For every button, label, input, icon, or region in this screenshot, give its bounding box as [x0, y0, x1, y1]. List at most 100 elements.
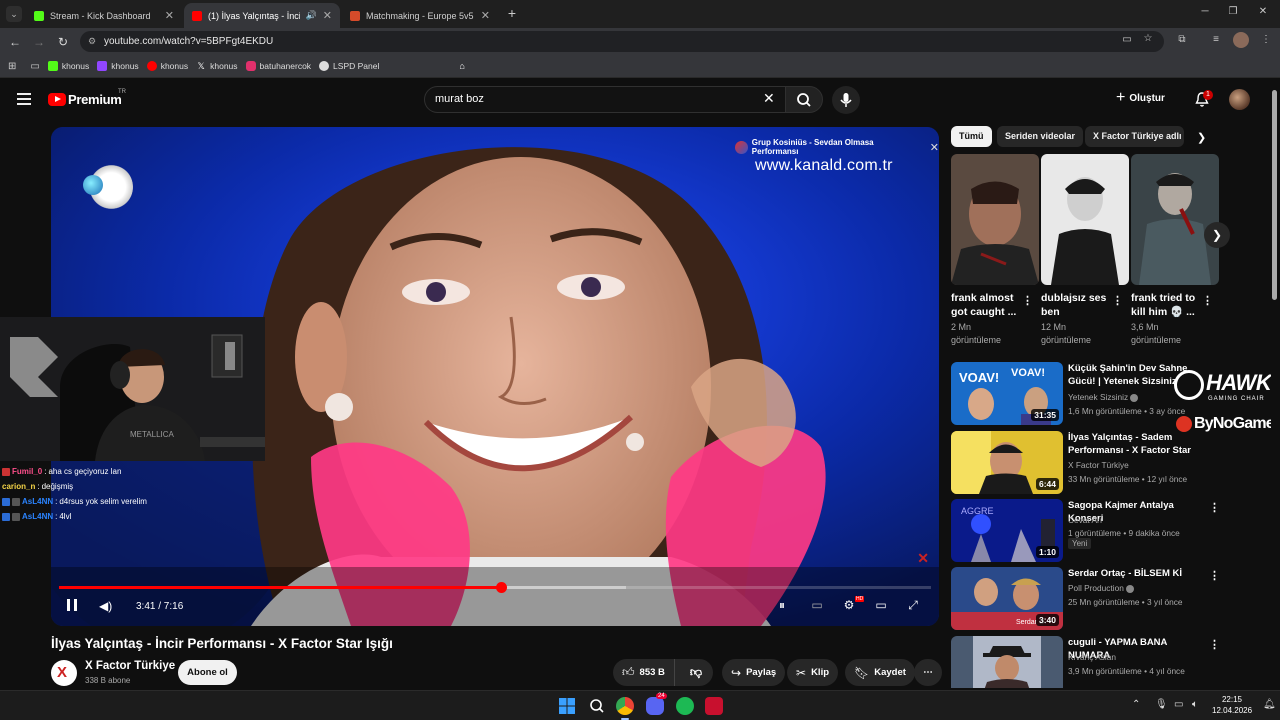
system-clock[interactable]: 22:15 12.04.2026 [1212, 694, 1252, 716]
clip-button[interactable]: ✂ Klip [787, 659, 839, 686]
search-icon[interactable] [588, 697, 606, 715]
close-tab-icon[interactable]: ✕ [165, 9, 174, 22]
bookmark-x[interactable]: 𝕏khonus [196, 61, 237, 71]
chip-channel[interactable]: X Factor Türkiye adlı [1085, 126, 1184, 147]
browser-tab-matchmaking[interactable]: Matchmaking - Europe 5v5 Qu ✕ [342, 3, 498, 28]
close-tab-icon[interactable]: ✕ [323, 9, 332, 22]
clear-search-icon[interactable]: ✕ [763, 90, 775, 107]
restore-icon[interactable]: ❐ [1226, 6, 1240, 17]
spotify-icon[interactable] [676, 697, 694, 715]
fullscreen-icon[interactable]: ⤢ [905, 597, 921, 613]
channel-avatar[interactable] [51, 660, 77, 686]
now-playing-overlay[interactable]: Grup Kosiniüs - Sevdan Olmasa Performans… [735, 138, 939, 156]
save-button[interactable]: 🔖︎ Kaydet [845, 659, 915, 686]
voice-search-button[interactable] [832, 86, 860, 114]
recommended-video[interactable]: AGGRE 1:10 Sagopa Kajmer Antalya Konseri… [951, 499, 1220, 563]
pause-icon[interactable] [67, 599, 77, 611]
chip-all[interactable]: Tümü [951, 126, 992, 147]
like-button[interactable]: 👍︎ 853 B [613, 659, 675, 686]
share-button[interactable]: ↪ Paylaş [722, 659, 786, 686]
autoplay-toggle-icon[interactable]: ⏸ [774, 597, 790, 613]
forward-icon[interactable]: → [31, 34, 47, 50]
bookmark-youtube[interactable]: khonus [146, 61, 188, 71]
youtube-logo-icon[interactable] [48, 93, 66, 106]
chat-badge-icon [2, 467, 10, 476]
game-app-icon[interactable] [705, 697, 723, 715]
browser-toolbar: ← → ↻ ⚙ youtube.com/watch?v=5BPFgt4EKDU … [0, 28, 1280, 55]
channel-name[interactable]: X Factor Türkiye [85, 660, 175, 672]
notifications-icon[interactable]: 🔔︎ [1263, 699, 1276, 710]
windows-start-icon[interactable] [558, 697, 576, 715]
discord-icon[interactable] [646, 697, 664, 715]
site-info-icon[interactable]: ⚙ [88, 31, 96, 52]
theater-mode-icon[interactable]: ▭ [873, 597, 889, 613]
kick-icon [47, 61, 58, 71]
more-options-icon[interactable]: ⋮ [1209, 638, 1219, 651]
menu-icon[interactable] [17, 93, 31, 105]
more-options-icon[interactable]: ⋮ [1022, 294, 1033, 307]
search-button[interactable] [785, 86, 823, 113]
more-options-icon[interactable]: ⋮ [1209, 569, 1220, 582]
speaker-icon[interactable]: 🔈︎ [1192, 699, 1198, 710]
microphone-icon[interactable]: 🎙︎ [1155, 699, 1168, 710]
capcut-icon[interactable]: ⌂ [459, 61, 464, 71]
account-avatar[interactable] [1229, 89, 1250, 110]
short-card[interactable]: frank almost got caught ... 2 Mn görüntül… [951, 154, 1039, 347]
chip-series[interactable]: Seriden videolar [997, 126, 1084, 147]
bookmark-kick[interactable]: khonus [47, 61, 89, 71]
more-options-icon[interactable]: ⋮ [1202, 294, 1213, 307]
chevron-right-icon[interactable]: ❯ [1197, 131, 1206, 144]
scrollbar-thumb[interactable] [1272, 90, 1277, 300]
back-icon[interactable]: ← [7, 34, 23, 50]
webcam-feed: METALLICA [0, 317, 265, 461]
browser-profile-avatar[interactable] [1233, 32, 1249, 48]
recommended-video[interactable]: cuguli - YAPMA BANA NUMARA Kıvanç Aslan … [951, 636, 1219, 688]
create-button[interactable]: + Oluştur [1116, 90, 1165, 106]
progress-bar[interactable] [59, 582, 931, 593]
folder-icon[interactable]: ▭ [30, 61, 39, 72]
media-controls-icon[interactable]: ≡ [1209, 34, 1223, 45]
more-actions-button[interactable]: ⋯ [914, 659, 942, 686]
reload-icon[interactable]: ↻ [55, 34, 71, 50]
tray-overflow-icon[interactable]: ⌃ [1132, 699, 1140, 710]
close-window-icon[interactable]: ✕ [1256, 6, 1270, 17]
shorts-next-button[interactable]: ❯ [1204, 222, 1230, 248]
youtube-premium-logo[interactable]: Premium [68, 92, 122, 107]
audio-playing-icon[interactable]: 🔊 [306, 10, 317, 21]
chat-username: carion_n [2, 482, 36, 491]
time-display: 3:41 / 7:16 [136, 601, 184, 612]
bookmark-instagram[interactable]: batuhanercok [245, 61, 311, 71]
bookmark-lspd[interactable]: LSPD Panel [319, 61, 379, 71]
cast-icon[interactable]: ▭ [1120, 34, 1134, 45]
video-meta: 33 Mn görüntüleme • 12 yıl önce [1068, 474, 1188, 484]
dislike-button[interactable]: 👎︎ [680, 665, 712, 680]
page-scrollbar[interactable] [1271, 82, 1278, 690]
more-options-icon[interactable]: ⋮ [1209, 501, 1220, 514]
extensions-icon[interactable]: ⧉ [1175, 34, 1189, 45]
close-tab-icon[interactable]: ✕ [481, 9, 490, 22]
more-options-icon[interactable]: ⋮ [1112, 294, 1123, 307]
minimize-icon[interactable]: ─ [1198, 6, 1212, 17]
new-tab-button[interactable]: + [504, 5, 520, 21]
recommended-video[interactable]: 6:44 İlyas Yalçıntaş - Sadem Performansı… [951, 431, 1219, 495]
apps-icon[interactable]: ⊞ [8, 61, 16, 72]
browser-tab-youtube[interactable]: (1) İlyas Yalçıntaş - İncir Perf 🔊 ✕ [184, 3, 340, 28]
subscriber-count: 338 B abone [85, 676, 131, 685]
browser-tab-kick[interactable]: Stream - Kick Dashboard ✕ [26, 3, 182, 28]
network-icon[interactable]: ▭ [1174, 699, 1183, 710]
bookmark-star-icon[interactable]: ☆ [1141, 33, 1155, 44]
search-input[interactable]: murat boz ✕ [424, 86, 786, 113]
subscribe-button[interactable]: Abone ol [178, 660, 237, 685]
tab-search-button[interactable]: ⌄ [6, 6, 22, 22]
chevron-right-icon: ❯ [1211, 228, 1223, 242]
close-overlay-icon[interactable]: ✕ [930, 141, 939, 154]
recommended-video[interactable]: Serdar O. 3:40 Serdar Ortaç - BİLSEM Kİ … [951, 567, 1220, 631]
chrome-icon[interactable] [616, 697, 634, 715]
subtitles-icon[interactable]: ▭ [809, 597, 825, 613]
short-card[interactable]: dublajsız ses ben Optimu... 12 Mngörüntü… [1041, 154, 1129, 347]
address-bar[interactable]: ⚙ youtube.com/watch?v=5BPFgt4EKDU [80, 31, 1164, 52]
short-card[interactable]: frank tried to kill him 💀 ... 3,6 Mn görü… [1131, 154, 1219, 347]
bookmark-twitch[interactable]: khonus [97, 61, 139, 71]
volume-icon[interactable]: ◀) [99, 599, 112, 613]
browser-menu-icon[interactable]: ⋮ [1259, 34, 1273, 45]
